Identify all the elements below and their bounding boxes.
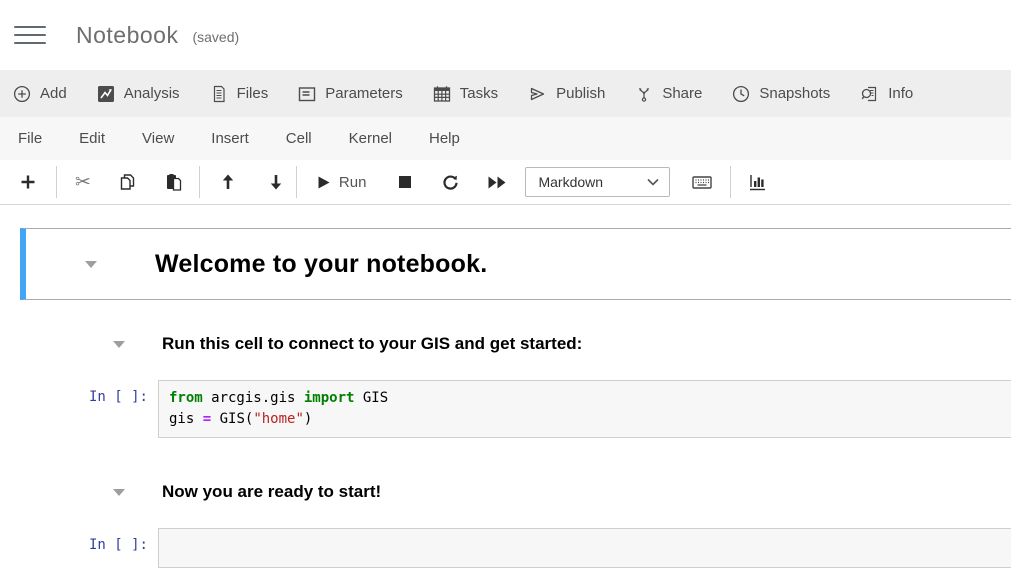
input-prompt: In [ ]: — [0, 528, 158, 553]
collapse-cell-icon[interactable] — [113, 489, 125, 496]
input-prompt: In [ ]: — [0, 380, 158, 405]
menu-cell[interactable]: Cell — [286, 130, 312, 147]
cut-icon: ✂ — [75, 173, 91, 192]
notebook-menubar: File Edit View Insert Cell Kernel Help — [0, 117, 1011, 160]
parameters-icon — [298, 85, 316, 103]
markdown-cell-ready[interactable]: Now you are ready to start! — [0, 482, 1011, 502]
run-icon — [317, 175, 331, 190]
ribbon-item-label: Parameters — [325, 85, 403, 102]
interrupt-kernel-button[interactable] — [398, 175, 412, 189]
hamburger-menu-icon[interactable] — [14, 24, 46, 46]
tasks-icon — [433, 85, 451, 103]
menu-help[interactable]: Help — [429, 130, 460, 147]
copy-cell-button[interactable] — [119, 173, 137, 191]
ribbon-toolbar: Add Analysis Files Parameters Tasks — [0, 70, 1011, 117]
run-all-cells-button[interactable] — [487, 175, 507, 190]
toolbar-divider — [56, 166, 57, 198]
code-line: from arcgis.gis import GIS — [169, 388, 1002, 409]
ribbon-item-label: Info — [888, 85, 913, 102]
menu-file[interactable]: File — [18, 130, 42, 147]
chevron-down-icon — [647, 178, 659, 186]
copy-icon — [119, 173, 137, 191]
menu-edit[interactable]: Edit — [79, 130, 105, 147]
info-icon — [860, 85, 879, 103]
run-all-icon — [487, 175, 507, 190]
open-analysis-view-button[interactable] — [749, 173, 769, 191]
markdown-heading: Run this cell to connect to your GIS and… — [162, 334, 582, 354]
markdown-heading: Now you are ready to start! — [162, 482, 381, 502]
analysis-button[interactable]: Analysis — [97, 85, 180, 103]
add-button[interactable]: Add — [13, 85, 67, 103]
move-cell-up-button[interactable] — [220, 174, 236, 190]
restart-kernel-icon — [442, 174, 459, 191]
parameters-button[interactable]: Parameters — [298, 85, 403, 103]
command-palette-button[interactable] — [692, 174, 712, 190]
ribbon-item-label: Tasks — [460, 85, 498, 102]
ribbon-item-label: Add — [40, 85, 67, 102]
save-status: (saved) — [192, 25, 239, 45]
menu-insert[interactable]: Insert — [211, 130, 249, 147]
move-up-icon — [220, 174, 236, 190]
tasks-button[interactable]: Tasks — [433, 85, 498, 103]
toolbar-divider — [730, 166, 731, 198]
share-button[interactable]: Share — [635, 85, 702, 103]
cut-cell-button[interactable]: ✂ — [75, 173, 91, 192]
add-cell-icon — [20, 174, 36, 190]
add-icon — [13, 85, 31, 103]
restart-kernel-button[interactable] — [442, 174, 459, 191]
cell-toolbar: ✂ Run — [0, 160, 1011, 205]
ribbon-item-label: Snapshots — [759, 85, 830, 102]
app-header: Notebook (saved) — [0, 0, 1011, 70]
move-down-icon — [268, 174, 284, 190]
keyboard-icon — [692, 174, 712, 190]
code-line: gis = GIS("home") — [169, 409, 1002, 430]
share-icon — [635, 85, 653, 103]
markdown-cell-welcome[interactable]: Welcome to your notebook. — [20, 228, 1011, 300]
run-cell-button[interactable]: Run — [317, 174, 367, 191]
toolbar-divider — [199, 166, 200, 198]
run-button-label: Run — [339, 174, 367, 191]
paste-cell-button[interactable] — [165, 173, 183, 191]
publish-icon — [528, 85, 547, 103]
snapshots-icon — [732, 85, 750, 103]
info-button[interactable]: Info — [860, 85, 913, 103]
menu-view[interactable]: View — [142, 130, 174, 147]
files-button[interactable]: Files — [210, 85, 269, 103]
toolbar-divider — [296, 166, 297, 198]
ribbon-item-label: Publish — [556, 85, 605, 102]
ribbon-item-label: Share — [662, 85, 702, 102]
menu-kernel[interactable]: Kernel — [349, 130, 392, 147]
code-cell-empty[interactable]: In [ ]: — [0, 528, 1011, 568]
stop-icon — [398, 175, 412, 189]
add-cell-button[interactable] — [20, 174, 36, 190]
ribbon-item-label: Analysis — [124, 85, 180, 102]
code-editor[interactable]: from arcgis.gis import GISgis = GIS("hom… — [158, 380, 1011, 438]
collapse-cell-icon[interactable] — [85, 261, 97, 268]
cell-type-select[interactable]: Markdown — [525, 167, 670, 197]
cell-type-selected-value: Markdown — [538, 174, 603, 190]
chart-icon — [749, 173, 769, 191]
collapse-cell-icon[interactable] — [113, 341, 125, 348]
notebook-area: Welcome to your notebook. Run this cell … — [0, 205, 1011, 568]
code-editor[interactable] — [158, 528, 1011, 568]
markdown-heading: Welcome to your notebook. — [155, 250, 487, 279]
files-icon — [210, 85, 228, 103]
move-cell-down-button[interactable] — [268, 174, 284, 190]
code-cell-gis-import[interactable]: In [ ]: from arcgis.gis import GISgis = … — [0, 380, 1011, 438]
paste-icon — [165, 173, 183, 191]
snapshots-button[interactable]: Snapshots — [732, 85, 830, 103]
publish-button[interactable]: Publish — [528, 85, 605, 103]
ribbon-item-label: Files — [237, 85, 269, 102]
markdown-cell-connect[interactable]: Run this cell to connect to your GIS and… — [0, 334, 1011, 354]
page-title: Notebook — [76, 22, 178, 49]
analysis-icon — [97, 85, 115, 103]
